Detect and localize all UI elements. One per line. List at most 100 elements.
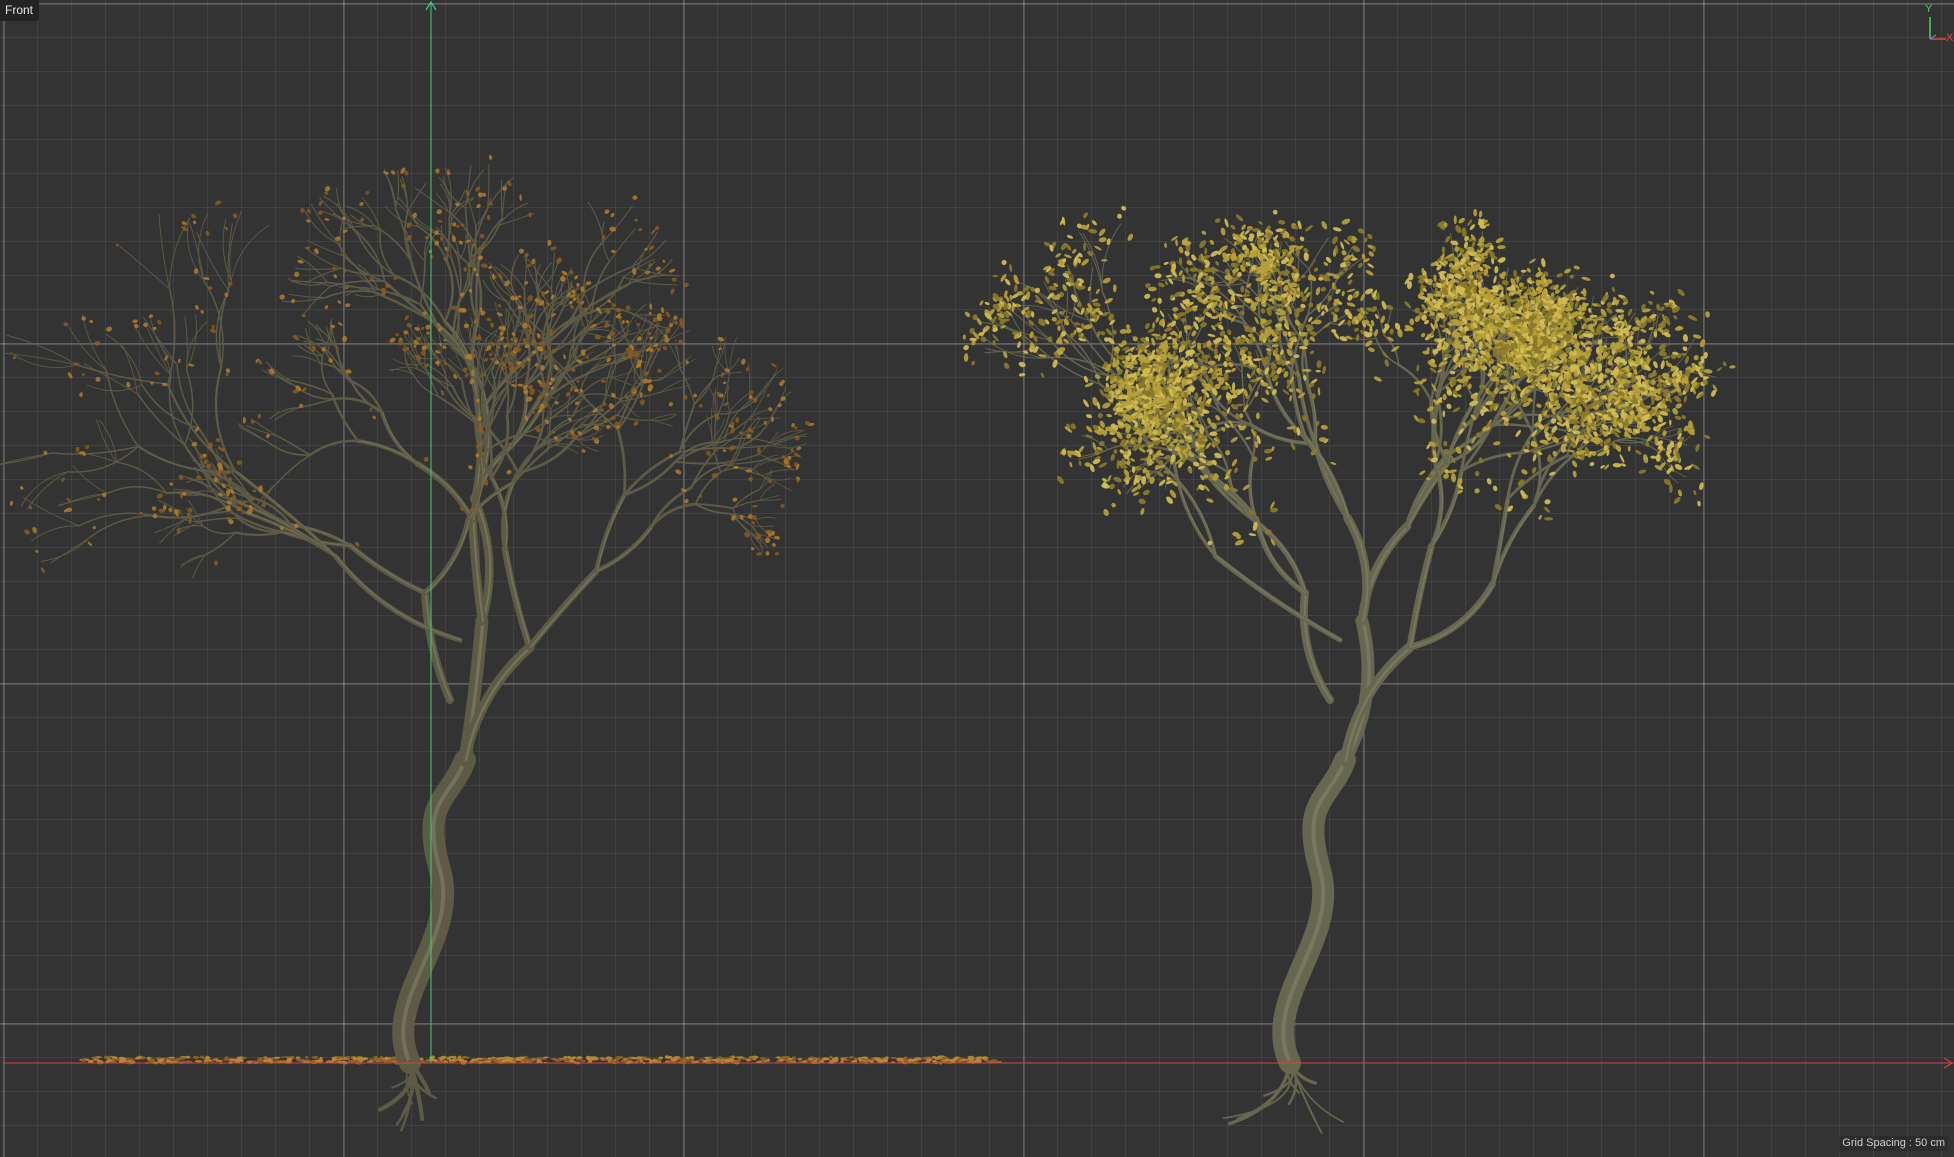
- branch: [482, 337, 487, 361]
- branch: [608, 228, 636, 263]
- scene-canvas[interactable]: [0, 0, 1954, 1157]
- ground-leaf: [644, 1058, 652, 1061]
- leaf: [440, 390, 445, 396]
- ground-leaf: [580, 1059, 586, 1063]
- ground-leaf: [791, 1056, 797, 1059]
- leaf: [992, 334, 999, 342]
- leaf: [517, 383, 524, 387]
- branch: [587, 201, 605, 242]
- leaf: [722, 449, 727, 452]
- leaf: [1084, 382, 1094, 388]
- ground-leaf: [507, 1058, 516, 1060]
- leaf: [665, 311, 671, 318]
- leaf: [1699, 339, 1706, 348]
- ground-leaf: [352, 1057, 357, 1059]
- leaf: [1341, 218, 1351, 225]
- leaf: [1164, 242, 1167, 248]
- leaf: [1315, 369, 1321, 373]
- leaf: [1454, 246, 1460, 253]
- ground-leaf: [842, 1059, 851, 1062]
- leaf: [151, 506, 157, 511]
- ground-leaf: [903, 1056, 908, 1060]
- leaf: [1474, 488, 1480, 494]
- branch: [616, 428, 627, 497]
- leaf: [1003, 362, 1010, 369]
- leaf: [1693, 355, 1699, 361]
- leaf: [1018, 361, 1026, 368]
- ground-leaf: [536, 1058, 541, 1063]
- leaf: [1674, 464, 1683, 470]
- leaf: [1055, 253, 1062, 258]
- leaf: [224, 226, 228, 231]
- leaf: [1094, 245, 1102, 251]
- leaf: [1643, 454, 1649, 464]
- branch: [40, 536, 91, 562]
- leaf: [252, 489, 257, 493]
- leaf: [1404, 301, 1412, 309]
- leaf: [40, 567, 45, 573]
- leaf: [1083, 212, 1088, 219]
- branch: [340, 225, 376, 230]
- front-viewport[interactable]: Front Y X Grid Spacing : 50 cm: [0, 0, 1954, 1157]
- leaf: [423, 456, 429, 462]
- branch: [106, 486, 168, 495]
- branch: [1254, 520, 1308, 596]
- ground-leaf: [204, 1059, 212, 1062]
- ground-leaf: [967, 1055, 975, 1060]
- ground-leaf: [576, 1056, 583, 1059]
- leaf: [1604, 464, 1610, 470]
- ground-leaf: [147, 1059, 151, 1062]
- ground-leaf: [452, 1058, 457, 1061]
- leaf: [342, 335, 348, 343]
- leaf: [1100, 331, 1106, 336]
- leaf: [306, 208, 311, 214]
- ground-leaf: [854, 1059, 858, 1062]
- leaf: [1381, 351, 1388, 359]
- leaf: [765, 551, 770, 556]
- leaf: [1347, 319, 1352, 327]
- leaf: [1322, 365, 1327, 375]
- leaf: [152, 513, 158, 519]
- leaf: [488, 154, 493, 160]
- leaf: [699, 404, 703, 408]
- ground-leaf: [781, 1055, 789, 1059]
- leaf: [547, 239, 552, 246]
- leaf: [669, 268, 676, 273]
- branch: [168, 374, 186, 446]
- ground-leaf: [699, 1058, 705, 1062]
- ground-leaf: [639, 1059, 644, 1063]
- leaf: [576, 282, 580, 287]
- leaf: [1492, 485, 1498, 492]
- leaf: [1581, 276, 1591, 281]
- tree-leafy-leaves: [962, 205, 1736, 546]
- leaf: [1126, 324, 1131, 330]
- leaf: [1357, 228, 1365, 234]
- ground-leaf: [864, 1059, 868, 1061]
- ground-leaf: [797, 1058, 803, 1061]
- branch: [631, 239, 667, 268]
- branch: [76, 364, 169, 385]
- leaf: [1346, 302, 1356, 307]
- ground-leaf: [457, 1055, 462, 1060]
- ground-leaf: [274, 1056, 281, 1059]
- tree-leafy-branches: [980, 223, 1716, 1134]
- branch: [158, 213, 171, 290]
- leaf: [436, 209, 443, 215]
- ground-leaf: [926, 1058, 932, 1062]
- ground-leaf: [874, 1057, 880, 1061]
- leaf: [1429, 367, 1437, 373]
- branch: [332, 212, 376, 227]
- ground-leaf: [817, 1057, 821, 1061]
- leaf: [1165, 274, 1173, 278]
- tree-bare-branches: [0, 164, 808, 1132]
- ground-leaf: [484, 1060, 492, 1063]
- ground-leaf: [312, 1055, 319, 1059]
- ground-leaf: [263, 1056, 268, 1059]
- leaf: [1260, 308, 1266, 314]
- leaf: [648, 262, 652, 268]
- ground-leaf: [825, 1058, 830, 1061]
- leaf: [1493, 275, 1497, 284]
- leaf: [649, 303, 653, 310]
- leaf: [1332, 227, 1342, 232]
- ground-leaf: [314, 1059, 320, 1062]
